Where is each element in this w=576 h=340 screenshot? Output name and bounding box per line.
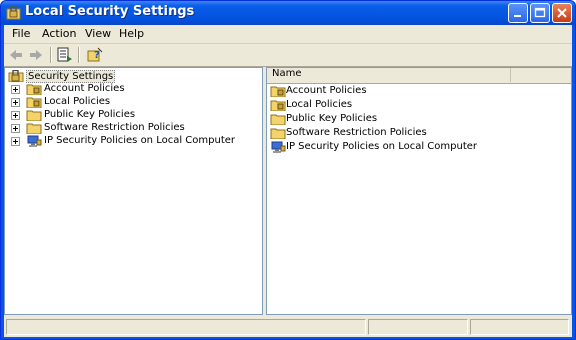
window-title: Local Security Settings — [25, 4, 195, 19]
status-cell — [470, 319, 569, 335]
close-button[interactable] — [552, 3, 572, 23]
list-item-label: Software Restriction Policies — [286, 127, 427, 138]
tree-item-local-policies[interactable]: Local Policies — [8, 96, 258, 109]
menu-file[interactable]: File — [12, 27, 30, 40]
status-cell — [6, 319, 366, 335]
list-item-label: Public Key Policies — [286, 113, 378, 124]
minimize-icon — [514, 15, 521, 17]
menu-action[interactable]: Action — [42, 27, 76, 40]
menu-bar: File Action View Help — [4, 25, 572, 44]
menu-view[interactable]: View — [85, 27, 111, 40]
tree-item-label: Software Restriction Policies — [44, 122, 185, 133]
back-arrow-icon[interactable] — [8, 47, 24, 63]
column-header-name[interactable]: Name — [267, 68, 511, 82]
security-settings-icon — [6, 5, 21, 20]
title-bar[interactable]: Local Security Settings — [1, 1, 575, 25]
list-item-label: Local Policies — [286, 99, 353, 110]
tree-item-label: Public Key Policies — [44, 109, 136, 120]
menu-help[interactable]: Help — [119, 27, 144, 40]
toolbar: ? — [4, 44, 572, 67]
list-item-local-policies[interactable]: Local Policies — [270, 99, 560, 112]
tree-item-public-key-policies[interactable]: Public Key Policies — [8, 109, 258, 122]
list-item-account-policies[interactable]: Account Policies — [270, 85, 560, 98]
toolbar-separator — [50, 47, 52, 63]
client-area: File Action View Help ? Security Setting… — [4, 25, 572, 337]
status-cell — [368, 319, 468, 335]
folder-icon — [26, 110, 42, 121]
folder-icon — [270, 114, 286, 125]
ip-security-icon — [271, 141, 286, 153]
console-tree-pane[interactable]: Security Settings Account Policies Local… — [4, 67, 263, 315]
tree-item-software-restriction-policies[interactable]: Software Restriction Policies — [8, 122, 258, 135]
list-item-software-restriction-policies[interactable]: Software Restriction Policies — [270, 127, 560, 140]
minimize-button[interactable] — [508, 3, 528, 23]
folder-lock-icon — [270, 86, 286, 97]
tree-item-account-policies[interactable]: Account Policies — [8, 83, 258, 96]
tree-item-label: IP Security Policies on Local Computer — [44, 135, 236, 146]
tree-item-label: Account Policies — [44, 83, 125, 94]
details-pane[interactable]: Name Account Policies Local Policies Pub… — [266, 67, 572, 315]
folder-lock-icon — [270, 100, 286, 111]
folder-lock-icon — [26, 97, 42, 108]
list-item-label: IP Security Policies on Local Computer — [286, 141, 478, 152]
list-item-ip-security-policies[interactable]: IP Security Policies on Local Computer — [270, 141, 560, 154]
expand-icon[interactable] — [11, 124, 20, 133]
tree-item-ip-security-policies[interactable]: IP Security Policies on Local Computer — [8, 135, 258, 148]
export-list-icon[interactable] — [57, 47, 73, 63]
maximize-icon — [534, 7, 546, 18]
status-bar — [4, 317, 572, 337]
close-icon — [557, 8, 567, 18]
local-security-settings-window: Local Security Settings File Action View… — [0, 0, 576, 340]
tree-root-label: Security Settings — [26, 70, 116, 83]
ip-security-icon — [27, 135, 42, 147]
expand-icon[interactable] — [11, 98, 20, 107]
expand-icon[interactable] — [11, 137, 20, 146]
help-icon[interactable]: ? — [87, 47, 103, 63]
list-item-label: Account Policies — [286, 85, 367, 96]
folder-icon — [26, 123, 42, 134]
expand-icon[interactable] — [11, 85, 20, 94]
folder-icon — [270, 128, 286, 139]
forward-arrow-icon[interactable] — [28, 47, 44, 63]
folder-lock-icon — [26, 84, 42, 95]
tree-item-label: Local Policies — [44, 96, 111, 107]
maximize-button[interactable] — [530, 3, 550, 23]
toolbar-separator — [78, 47, 80, 63]
svg-text:?: ? — [94, 50, 100, 61]
expand-icon[interactable] — [11, 111, 20, 120]
security-settings-icon — [8, 70, 24, 82]
list-header: Name — [267, 68, 571, 84]
tree-root[interactable]: Security Settings — [8, 70, 258, 83]
list-item-public-key-policies[interactable]: Public Key Policies — [270, 113, 560, 126]
